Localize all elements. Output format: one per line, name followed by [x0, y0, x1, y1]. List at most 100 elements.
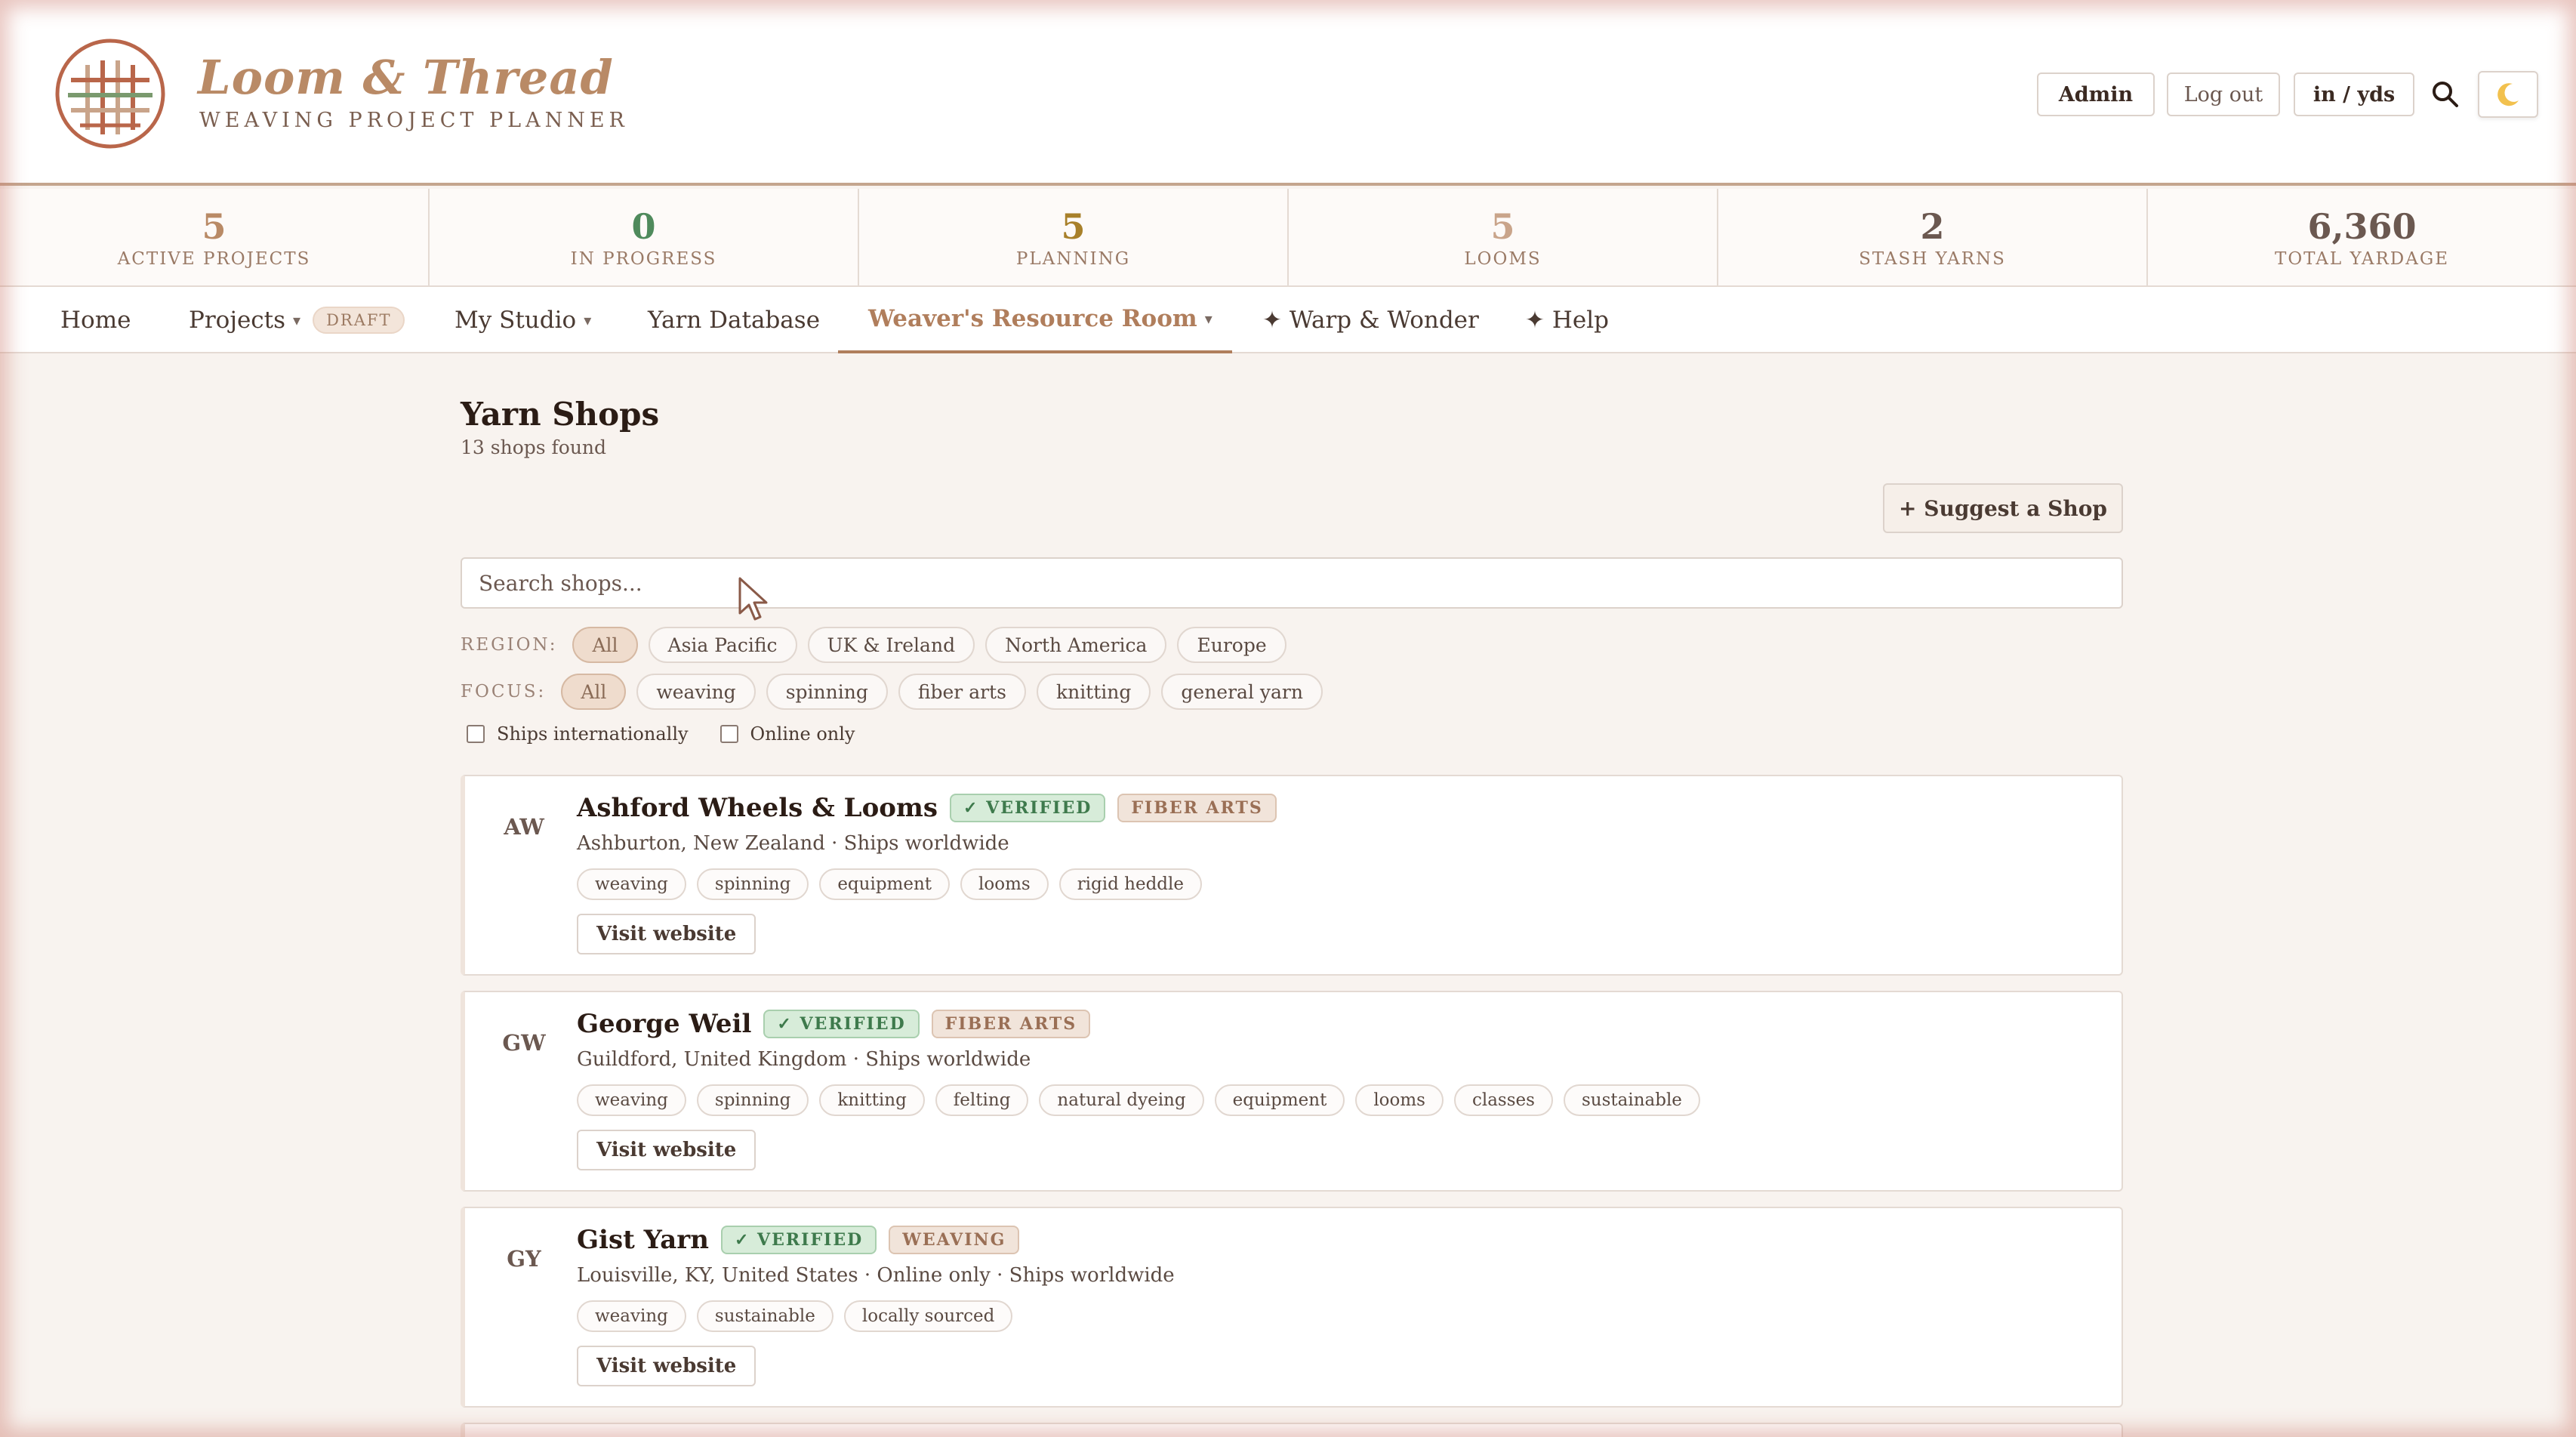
ships-internationally-checkbox[interactable] — [467, 725, 485, 743]
shop-tag: spinning — [696, 868, 809, 900]
shop-card: GW George Weil ✓ VERIFIED FIBER ARTS Gui… — [461, 991, 2123, 1192]
units-toggle-button[interactable]: in / yds — [2294, 72, 2414, 116]
region-chip-all[interactable]: All — [572, 627, 638, 663]
region-chip-north-america[interactable]: North America — [985, 627, 1167, 663]
focus-chip-weaving[interactable]: weaving — [636, 674, 756, 710]
nav-projects-label: Projects — [189, 307, 286, 334]
shop-tag: equipment — [1214, 1084, 1345, 1116]
visit-website-button[interactable]: Visit website — [577, 1346, 756, 1386]
main-nav: Home Projects ▾ DRAFT My Studio ▾ Yarn D… — [0, 287, 2576, 353]
shop-location: Ashburton, New Zealand · Ships worldwide — [577, 832, 1009, 855]
shop-tag: locally sourced — [843, 1300, 1013, 1332]
mouse-cursor-icon — [738, 577, 768, 621]
verified-badge: ✓ VERIFIED — [763, 1010, 920, 1038]
verified-badge: ✓ VERIFIED — [720, 1226, 877, 1254]
region-chip-asia-pacific[interactable]: Asia Pacific — [648, 627, 797, 663]
theme-toggle-button[interactable] — [2478, 71, 2538, 118]
shop-tag: looms — [960, 868, 1049, 900]
shop-name: George Weil — [577, 1009, 752, 1039]
nav-help-label: ✦ Help — [1525, 307, 1609, 334]
nav-warp-wonder-label: ✦ Warp & Wonder — [1262, 307, 1479, 334]
stat-in-progress[interactable]: 0 IN PROGRESS — [430, 189, 859, 285]
stat-value: 0 — [631, 206, 656, 247]
nav-yarn-database[interactable]: Yarn Database — [648, 287, 820, 353]
moon-icon — [2497, 83, 2519, 106]
shop-tag: equipment — [819, 868, 951, 900]
loom-grid-logo[interactable] — [53, 38, 168, 150]
shop-initials-avatar: AW — [504, 814, 544, 840]
nav-resource-room[interactable]: Weaver's Resource Room ▾ — [838, 287, 1232, 353]
shop-tag: rigid heddle — [1058, 868, 1202, 900]
logout-button[interactable]: Log out — [2167, 72, 2280, 116]
stat-label: ACTIVE PROJECTS — [117, 249, 311, 269]
region-label: REGION: — [461, 635, 558, 655]
shop-tag: sustainable — [1563, 1084, 1700, 1116]
focus-chip-all[interactable]: All — [561, 674, 627, 710]
stat-label: IN PROGRESS — [570, 249, 717, 269]
chevron-down-icon: ▾ — [584, 311, 592, 329]
focus-chip-knitting[interactable]: knitting — [1036, 674, 1151, 710]
shop-tags: weaving sustainable locally sourced — [577, 1300, 1013, 1332]
focus-badge: FIBER ARTS — [1117, 794, 1277, 822]
suggest-shop-button[interactable]: + Suggest a Shop — [1883, 483, 2123, 533]
shop-tag: looms — [1355, 1084, 1444, 1116]
result-count: 13 shops found — [461, 436, 607, 458]
focus-chip-fiber-arts[interactable]: fiber arts — [898, 674, 1026, 710]
shop-initials-avatar: GW — [502, 1030, 546, 1056]
admin-button[interactable]: Admin — [2037, 72, 2155, 116]
shop-location: Louisville, KY, United States · Online o… — [577, 1264, 1175, 1287]
stat-active-projects[interactable]: 5 ACTIVE PROJECTS — [0, 189, 430, 285]
shop-tag: weaving — [577, 868, 686, 900]
focus-label: FOCUS: — [461, 682, 547, 702]
visit-website-button[interactable]: Visit website — [577, 1130, 756, 1170]
shop-name: Ashford Wheels & Looms — [577, 793, 938, 823]
focus-filter: FOCUS: All weaving spinning fiber arts k… — [461, 674, 1323, 710]
nav-help[interactable]: ✦ Help — [1525, 287, 1609, 353]
shop-tag: weaving — [577, 1300, 686, 1332]
region-chip-uk-ireland[interactable]: UK & Ireland — [807, 627, 975, 663]
chevron-down-icon: ▾ — [293, 311, 301, 329]
nav-resource-room-label: Weaver's Resource Room — [868, 305, 1197, 332]
shop-card: AW Ashford Wheels & Looms ✓ VERIFIED FIB… — [461, 775, 2123, 976]
region-filter: REGION: All Asia Pacific UK & Ireland No… — [461, 627, 1286, 663]
stat-planning[interactable]: 5 PLANNING — [859, 189, 1289, 285]
stats-bar: 5 ACTIVE PROJECTS 0 IN PROGRESS 5 PLANNI… — [0, 189, 2576, 287]
shop-tag: spinning — [696, 1084, 809, 1116]
shop-tag: classes — [1453, 1084, 1553, 1116]
brand-subtitle: WEAVING PROJECT PLANNER — [199, 109, 629, 132]
chevron-down-icon: ▾ — [1204, 310, 1213, 328]
region-chip-europe[interactable]: Europe — [1177, 627, 1286, 663]
app-header: Loom & Thread WEAVING PROJECT PLANNER Ad… — [0, 0, 2576, 186]
nav-projects[interactable]: Projects ▾ DRAFT — [189, 287, 405, 353]
shop-tag: weaving — [577, 1084, 686, 1116]
page-title: Yarn Shops — [461, 396, 660, 433]
shop-location: Guildford, United Kingdom · Ships worldw… — [577, 1048, 1031, 1071]
online-only-label[interactable]: Online only — [750, 723, 855, 745]
stat-value: 5 — [202, 206, 226, 247]
draft-badge: DRAFT — [313, 307, 405, 334]
focus-chip-general-yarn[interactable]: general yarn — [1161, 674, 1323, 710]
search-input[interactable] — [461, 557, 2123, 609]
stat-label: STASH YARNS — [1859, 249, 2006, 269]
nav-my-studio[interactable]: My Studio ▾ — [454, 287, 591, 353]
online-only-checkbox[interactable] — [719, 725, 738, 743]
shop-tags: weaving spinning knitting felting natura… — [577, 1084, 1700, 1116]
stat-label: LOOMS — [1464, 249, 1542, 269]
stat-stash-yarns[interactable]: 2 STASH YARNS — [1718, 189, 2148, 285]
shop-tag: natural dyeing — [1039, 1084, 1204, 1116]
stat-looms[interactable]: 5 LOOMS — [1289, 189, 1718, 285]
brand-title: Loom & Thread — [198, 50, 614, 105]
focus-chip-spinning[interactable]: spinning — [766, 674, 888, 710]
shop-card-partial — [461, 1423, 2123, 1437]
nav-warp-wonder[interactable]: ✦ Warp & Wonder — [1262, 287, 1479, 353]
ships-internationally-label[interactable]: Ships internationally — [497, 723, 689, 745]
visit-website-button[interactable]: Visit website — [577, 914, 756, 954]
search-icon[interactable] — [2431, 80, 2460, 109]
checkbox-filters: Ships internationally Online only — [467, 723, 855, 745]
nav-home[interactable]: Home — [60, 287, 131, 353]
shop-name: Gist Yarn — [577, 1225, 709, 1255]
stat-value: 5 — [1490, 206, 1515, 247]
verified-badge: ✓ VERIFIED — [950, 794, 1106, 822]
stat-total-yardage[interactable]: 6,360 TOTAL YARDAGE — [2148, 189, 2576, 285]
nav-my-studio-label: My Studio — [454, 307, 577, 334]
